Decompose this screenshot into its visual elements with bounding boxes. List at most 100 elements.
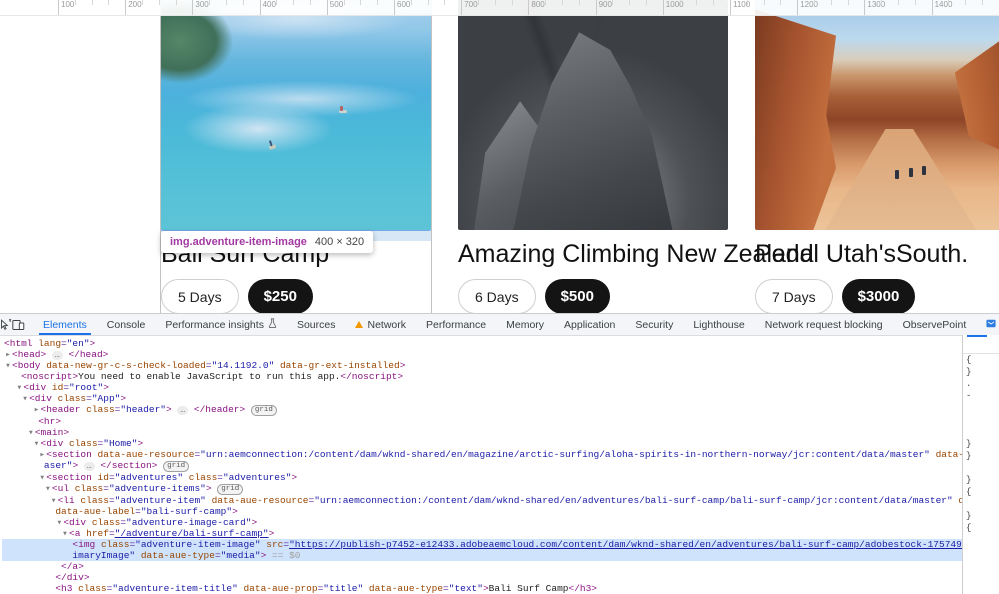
trip-length-pill: 7 Days [755,279,833,313]
ruler-minor-tick [679,0,681,5]
ruler-tick-label: 800 [531,0,545,9]
ruler-minor-tick [612,0,614,5]
dom-line[interactable]: ▾<a href="/adventure/bali-surf-camp"> [2,528,962,539]
dom-line-selected[interactable]: <img class="adventure-item-image" src="h… [2,539,962,550]
dom-line[interactable]: data-aue-label="bali-surf-camp"> [2,506,962,517]
ruler-tick: 600 [394,0,410,15]
dom-line[interactable]: <html lang="en"> [2,338,962,349]
requestly-icon [986,319,996,331]
styles-rule-line: } [966,475,972,485]
dom-line[interactable]: </div> [2,572,962,583]
tab-network-request-blocking[interactable]: Network request blocking [755,314,893,335]
ruler-minor-tick [746,0,748,5]
adventure-item-details: 7 Days $3000 [755,279,999,313]
ruler-tick: 1100 [730,0,750,15]
dom-line[interactable]: ▾<div class="Home"> [2,438,962,449]
ruler-minor-tick [142,0,143,5]
inspect-element-icon[interactable] [0,314,12,335]
tab-label: Lighthouse [693,318,745,331]
device-toolbar-icon[interactable] [12,314,25,335]
adventure-item-image-utah[interactable] [755,0,999,230]
dom-line[interactable]: ▾<div id="root"> [2,382,962,393]
adventure-item-climbing-new-zealand[interactable]: Amazing Climbing New Zealand 6 Days $500 [458,0,814,313]
adventure-item-title: Pedal Utah'sSouth. [755,240,969,268]
ruler-minor-tick [646,0,647,5]
adventure-item-image-climbing[interactable] [458,0,728,230]
bali-surf-camp-image [161,0,431,230]
dom-line[interactable]: <hr> [2,416,962,427]
tab-label: Performance insights [165,318,264,331]
dom-line[interactable]: <h3 class="adventure-item-title" data-au… [2,583,962,594]
styles-rule-line [963,402,999,414]
ruler-tick-label: 300 [195,0,209,9]
dom-line[interactable]: </a> [2,561,962,572]
devtools-body: <html lang="en"> ▸<head> … </head> ▾<bod… [0,335,999,594]
ruler-minor-tick [276,0,278,5]
highlight-guide-right [431,0,432,313]
dom-line[interactable]: <noscript>You need to enable JavaScript … [2,371,962,382]
trip-price-pill: $250 [247,279,313,313]
ruler-minor-tick [814,0,815,5]
tab-label: Sources [296,318,336,331]
ruler-minor-tick [780,0,782,5]
tab-label: Application [564,318,616,331]
ruler-minor-tick [713,0,715,5]
styles-sidebar-pane[interactable]: { } . - } } } { } { [962,335,999,594]
ruler-minor-tick [478,0,479,5]
ruler-minor-tick [494,0,496,5]
dom-line[interactable]: ▸<section data-aue-resource="urn:aemconn… [2,449,962,460]
dom-line[interactable]: aser"> … </section> grid [2,460,962,472]
tab-performance[interactable]: Performance [416,314,496,335]
styles-rule-line: { [966,523,972,533]
tab-label: Elements [43,318,87,331]
dom-line[interactable]: ▸<header class="header"> … </header> gri… [2,404,962,416]
ruler-tick: 300 [192,0,209,15]
ruler-minor-tick [444,0,446,5]
tab-performance-insights[interactable]: Performance insights [155,314,287,335]
ruler-tick-label: 1400 [934,0,953,9]
tab-console[interactable]: Console [97,314,156,335]
tab-observepoint[interactable]: ObservePoint [893,314,977,335]
styles-pane-tabs[interactable] [963,335,999,354]
dom-line[interactable]: ▾<main> [2,427,962,438]
ruler-minor-tick [763,0,765,5]
dom-line[interactable]: ▾<section id="adventures" class="adventu… [2,472,962,483]
styles-rule-line: . [966,379,972,389]
ruler-tick: 1400 [931,0,952,15]
dom-line[interactable]: ▾<div class="App"> [2,393,962,404]
ruler-tick: 400 [259,0,276,15]
tab-lighthouse[interactable]: Lighthouse [683,314,754,335]
dom-line[interactable]: ▾<ul class="adventure-items"> grid [2,483,962,495]
warning-icon [355,321,364,328]
adventure-item-image-bali[interactable] [160,0,432,231]
devtools-tab-bar: Elements Console Performance insights So… [0,314,999,336]
ruler-tick-label: 400 [262,0,276,9]
devtools-ruler: 100 200 300 400 500 600 700 800 900 1000 1100 1200 1… [0,0,999,16]
dom-line[interactable]: ▾<div class="adventure-image-card"> [2,517,962,528]
ruler-minor-tick [511,0,513,5]
dom-tree[interactable]: <html lang="en"> ▸<head> … </head> ▾<bod… [0,335,962,594]
ruler-minor-tick [108,0,110,5]
tab-sources[interactable]: Sources [287,314,346,335]
ruler-tick-label: 700 [464,0,478,9]
dom-line[interactable]: ▾<li class="adventure-item" data-aue-res… [2,495,962,506]
tab-network[interactable]: Network [345,314,416,335]
tab-label: Network request blocking [764,318,883,331]
ruler-tick: 200 [125,0,142,15]
adventure-item-details: 5 Days $250 [161,279,431,313]
tab-requestly[interactable]: Requestly [976,314,999,335]
canyon-wall-left [755,9,836,230]
adventure-item-pedal-utah-south[interactable]: Pedal Utah'sSouth. 7 Days $3000 [755,0,999,313]
dom-line[interactable]: ▸<head> … </head> [2,349,962,360]
tab-security[interactable]: Security [625,314,683,335]
dom-line-selected[interactable]: imaryImage" data-aue-type="media"> == $0 [2,550,962,561]
trip-length-pill: 6 Days [458,279,536,313]
ruler-minor-tick [427,0,429,5]
tab-application[interactable]: Application [554,314,625,335]
ruler-minor-tick [881,0,883,5]
tab-elements[interactable]: Elements [33,314,97,335]
ruler-minor-tick [545,0,547,5]
tab-memory[interactable]: Memory [496,314,554,335]
dom-line[interactable]: ▾<body data-new-gr-c-s-check-loaded="14.… [2,360,962,371]
adventure-item-bali-surf-camp[interactable]: Bali Surf Camp 5 Days $250 [160,0,432,313]
